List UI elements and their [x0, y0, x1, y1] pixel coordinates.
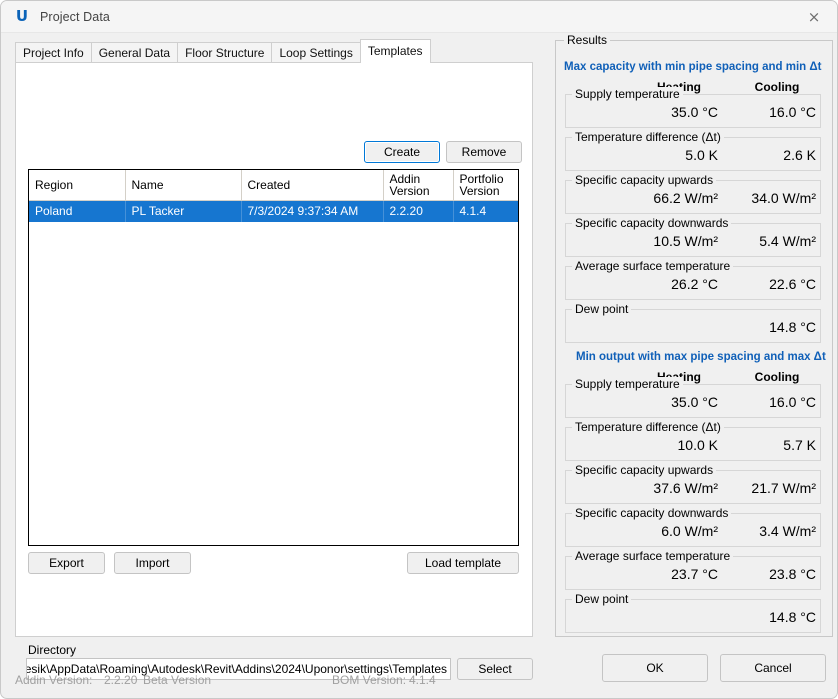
field-value-cooling: 2.6 K	[783, 147, 816, 163]
field-caption: Temperature difference (Δt)	[572, 130, 724, 144]
field-value-cooling: 22.6 °C	[769, 276, 816, 292]
results-field-temperature-difference-2: Temperature difference (Δt) 10.0 K 5.7 K	[565, 420, 821, 461]
field-value-cooling: 14.8 °C	[769, 319, 816, 335]
column-header-name-line1: Name	[131, 178, 164, 192]
results-section-1-title: Max capacity with min pipe spacing and m…	[564, 61, 822, 73]
field-caption: Dew point	[572, 302, 632, 316]
field-value-heating: 23.7 °C	[671, 566, 718, 582]
results-field-specific-capacity-upwards-2: Specific capacity upwards 37.6 W/m² 21.7…	[565, 463, 821, 504]
tab-templates[interactable]: Templates	[359, 39, 431, 63]
results-field-dew-point-2: Dew point 14.8 °C	[565, 592, 821, 633]
uponor-logo-icon: U	[15, 7, 29, 25]
templates-table[interactable]: Region Name Created Addin Version Portfo…	[28, 169, 519, 546]
tab-loop-settings[interactable]: Loop Settings	[271, 42, 361, 62]
field-caption: Specific capacity upwards	[572, 173, 717, 187]
column-header-portfolio-line2: Version	[459, 184, 500, 198]
field-caption: Average surface temperature	[572, 549, 734, 563]
column-header-region[interactable]: Region	[29, 170, 126, 201]
field-value-cooling: 21.7 W/m²	[751, 480, 816, 496]
results-field-supply-temperature-1: Supply temperature 35.0 °C 16.0 °C	[565, 87, 821, 128]
field-value-heating: 35.0 °C	[671, 104, 718, 120]
cell-created: 7/3/2024 9:37:34 AM	[241, 200, 384, 222]
field-value-cooling: 16.0 °C	[769, 104, 816, 120]
import-button[interactable]: Import	[114, 552, 191, 574]
window-title: Project Data	[40, 9, 110, 24]
results-section-1-cooling-header: Cooling	[754, 80, 800, 94]
field-value-cooling: 34.0 W/m²	[751, 190, 816, 206]
results-field-specific-capacity-downwards-2: Specific capacity downwards 6.0 W/m² 3.4…	[565, 506, 821, 547]
remove-button[interactable]: Remove	[446, 141, 522, 163]
results-section-2-cooling-header: Cooling	[754, 370, 800, 384]
field-value-cooling: 5.7 K	[783, 437, 816, 453]
status-bom-version-value: 4.1.4	[409, 673, 436, 687]
title-bar: U Project Data ×	[1, 1, 837, 32]
results-field-temperature-difference-1: Temperature difference (Δt) 5.0 K 2.6 K	[565, 130, 821, 171]
cell-region: Poland	[29, 200, 126, 222]
column-header-region-line1: Region	[35, 178, 74, 192]
status-beta-label: Beta Version	[143, 673, 212, 687]
field-value-cooling: 16.0 °C	[769, 394, 816, 410]
table-row[interactable]: Poland PL Tacker 7/3/2024 9:37:34 AM 2.2…	[29, 200, 518, 222]
results-panel: Results Max capacity with min pipe spaci…	[555, 33, 833, 637]
column-header-created[interactable]: Created	[241, 170, 384, 201]
templates-pane: Create Remove Region Name Created Addin …	[15, 62, 533, 680]
field-value-heating: 6.0 W/m²	[661, 523, 718, 539]
status-bar: Addin Version: 2.2.20 Beta Version BOM V…	[1, 673, 837, 698]
column-header-created-line1: Created	[247, 178, 291, 192]
export-button[interactable]: Export	[28, 552, 105, 574]
cell-portfolio-version: 4.1.4	[453, 200, 518, 222]
field-value-cooling: 3.4 W/m²	[759, 523, 816, 539]
field-value-heating: 26.2 °C	[671, 276, 718, 292]
results-field-specific-capacity-downwards-1: Specific capacity downwards 10.5 W/m² 5.…	[565, 216, 821, 257]
column-header-portfolio-version[interactable]: Portfolio Version	[453, 170, 518, 201]
field-value-cooling: 5.4 W/m²	[759, 233, 816, 249]
tab-project-info[interactable]: Project Info	[15, 42, 92, 62]
tab-floor-structure[interactable]: Floor Structure	[177, 42, 273, 62]
results-field-specific-capacity-upwards-1: Specific capacity upwards 66.2 W/m² 34.0…	[565, 173, 821, 214]
cell-addin-version: 2.2.20	[383, 200, 454, 222]
results-field-dew-point-1: Dew point 14.8 °C	[565, 302, 821, 343]
field-value-heating: 37.6 W/m²	[653, 480, 718, 496]
field-caption: Supply temperature	[572, 377, 683, 391]
directory-label: Directory	[28, 643, 77, 657]
tab-general-data[interactable]: General Data	[90, 42, 179, 62]
cancel-button[interactable]: Cancel	[720, 654, 826, 682]
field-caption: Temperature difference (Δt)	[572, 420, 724, 434]
field-caption: Average surface temperature	[572, 259, 734, 273]
results-field-supply-temperature-2: Supply temperature 35.0 °C 16.0 °C	[565, 377, 821, 418]
field-value-heating: 35.0 °C	[671, 394, 718, 410]
column-header-name[interactable]: Name	[125, 170, 242, 201]
project-data-window: U Project Data × Project Info General Da…	[0, 0, 838, 699]
cell-name: PL Tacker	[125, 200, 242, 222]
results-field-average-surface-temperature-1: Average surface temperature 26.2 °C 22.6…	[565, 259, 821, 300]
status-bom-version-label: BOM Version:	[332, 673, 407, 687]
field-value-heating: 10.5 W/m²	[653, 233, 718, 249]
field-value-cooling: 14.8 °C	[769, 609, 816, 625]
field-value-cooling: 23.8 °C	[769, 566, 816, 582]
field-caption: Specific capacity downwards	[572, 216, 732, 230]
tab-strip: Project Info General Data Floor Structur…	[15, 39, 533, 63]
field-caption: Dew point	[572, 592, 632, 606]
results-field-average-surface-temperature-2: Average surface temperature 23.7 °C 23.8…	[565, 549, 821, 590]
field-value-heating: 5.0 K	[685, 147, 718, 163]
column-header-addin-version[interactable]: Addin Version	[383, 170, 454, 201]
title-bar-divider	[1, 32, 837, 33]
table-header-row: Region Name Created Addin Version Portfo…	[29, 170, 518, 201]
create-button[interactable]: Create	[364, 141, 440, 163]
load-template-button[interactable]: Load template	[407, 552, 519, 574]
close-icon[interactable]: ×	[791, 1, 837, 32]
status-addin-version-label: Addin Version:	[15, 673, 93, 687]
field-caption: Supply temperature	[572, 87, 683, 101]
status-addin-version-value: 2.2.20	[104, 673, 138, 687]
column-header-addin-line2: Version	[389, 184, 430, 198]
results-section-2-title: Min output with max pipe spacing and max…	[576, 351, 826, 363]
ok-button[interactable]: OK	[602, 654, 708, 682]
field-value-heating: 10.0 K	[677, 437, 718, 453]
field-value-heating: 66.2 W/m²	[653, 190, 718, 206]
results-group-title: Results	[564, 33, 611, 47]
field-caption: Specific capacity upwards	[572, 463, 717, 477]
field-caption: Specific capacity downwards	[572, 506, 732, 520]
